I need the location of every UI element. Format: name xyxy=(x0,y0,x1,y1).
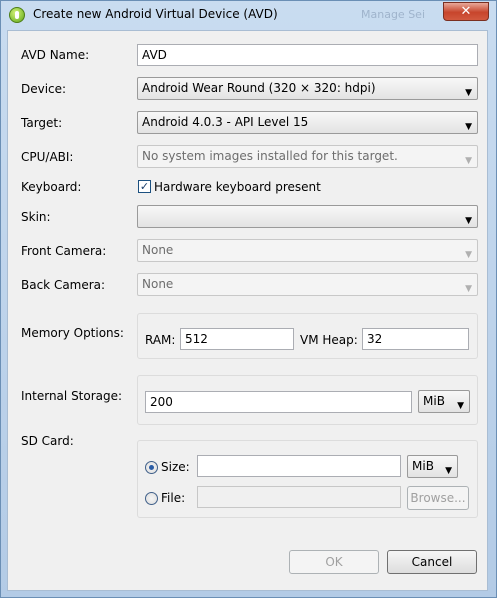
dropdown-arrow-icon: ▼ xyxy=(465,284,472,294)
sd-size-input[interactable] xyxy=(197,455,401,477)
internal-storage-unit-select[interactable]: MiB ▼ xyxy=(418,390,470,413)
sd-file-input[interactable] xyxy=(197,486,401,508)
target-label: Target: xyxy=(21,116,63,130)
dropdown-arrow-icon: ▼ xyxy=(465,88,472,98)
back-camera-select[interactable]: None ▼ xyxy=(137,273,478,296)
front-camera-label: Front Camera: xyxy=(21,244,107,258)
sd-file-label[interactable]: File: xyxy=(161,491,185,505)
device-select-value: Android Wear Round (320 × 320: hdpi) xyxy=(142,81,376,95)
sd-card-label: SD Card: xyxy=(21,434,74,448)
target-select-value: Android 4.0.3 - API Level 15 xyxy=(142,115,309,129)
window-title: Create new Android Virtual Device (AVD) xyxy=(33,7,278,21)
dropdown-arrow-icon: ▼ xyxy=(465,250,472,260)
device-label: Device: xyxy=(21,82,67,96)
avd-name-label: AVD Name: xyxy=(21,48,90,62)
cpu-abi-label: CPU/ABI: xyxy=(21,150,74,164)
vm-heap-label: VM Heap: xyxy=(300,333,358,347)
back-camera-label: Back Camera: xyxy=(21,278,106,292)
internal-storage-label: Internal Storage: xyxy=(21,389,123,403)
dropdown-arrow-icon: ▼ xyxy=(465,216,472,226)
cpu-abi-select[interactable]: No system images installed for this targ… xyxy=(137,145,478,168)
sd-size-label[interactable]: Size: xyxy=(161,460,190,474)
avd-name-input[interactable]: AVD xyxy=(137,44,478,66)
browse-button[interactable]: Browse... xyxy=(407,486,469,510)
back-camera-select-value: None xyxy=(142,277,174,291)
title-bar[interactable]: Create new Android Virtual Device (AVD) … xyxy=(1,1,496,29)
sd-size-unit-value: MiB xyxy=(412,459,434,473)
internal-storage-unit-value: MiB xyxy=(423,394,445,408)
ram-input[interactable]: 512 xyxy=(180,328,294,350)
cpu-abi-select-value: No system images installed for this targ… xyxy=(142,149,398,163)
ram-label: RAM: xyxy=(145,333,176,347)
cancel-button[interactable]: Cancel xyxy=(387,550,477,574)
sd-file-radio[interactable] xyxy=(145,492,158,505)
dropdown-arrow-icon: ▼ xyxy=(445,466,452,476)
dropdown-arrow-icon: ▼ xyxy=(465,156,472,166)
memory-options-label: Memory Options: xyxy=(21,326,124,340)
device-select[interactable]: Android Wear Round (320 × 320: hdpi) ▼ xyxy=(137,77,478,100)
sd-size-radio[interactable] xyxy=(145,461,158,474)
android-app-icon xyxy=(9,7,25,23)
ok-button[interactable]: OK xyxy=(289,550,379,574)
dropdown-arrow-icon: ▼ xyxy=(457,401,464,411)
background-window-hint: Manage Sei xyxy=(361,8,425,21)
sd-size-unit-select[interactable]: MiB ▼ xyxy=(407,455,458,478)
front-camera-select-value: None xyxy=(142,243,174,257)
keyboard-label: Keyboard: xyxy=(21,180,82,194)
skin-select[interactable]: ▼ xyxy=(137,205,478,228)
vm-heap-input[interactable]: 32 xyxy=(362,328,469,350)
hardware-keyboard-checkbox[interactable]: ✓ xyxy=(138,180,151,193)
dropdown-arrow-icon: ▼ xyxy=(465,122,472,132)
close-button[interactable]: ✕ xyxy=(443,2,489,21)
hardware-keyboard-label[interactable]: Hardware keyboard present xyxy=(154,180,321,194)
skin-label: Skin: xyxy=(21,210,51,224)
target-select[interactable]: Android 4.0.3 - API Level 15 ▼ xyxy=(137,111,478,134)
front-camera-select[interactable]: None ▼ xyxy=(137,239,478,262)
internal-storage-input[interactable]: 200 xyxy=(145,391,412,413)
